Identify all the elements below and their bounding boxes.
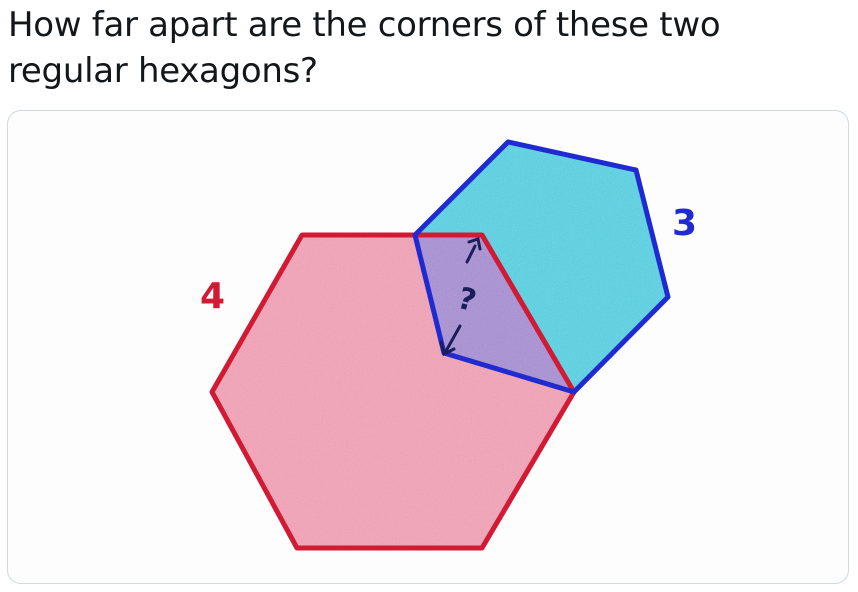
- tweet-text: How far apart are the corners of these t…: [8, 5, 721, 91]
- small-hexagon-side-label: 3: [672, 203, 697, 244]
- hexagon-drawing: ? 4 3: [200, 139, 697, 551]
- hexagon-illustration[interactable]: ? 4 3: [7, 110, 849, 584]
- large-hexagon-side-label: 4: [200, 276, 225, 317]
